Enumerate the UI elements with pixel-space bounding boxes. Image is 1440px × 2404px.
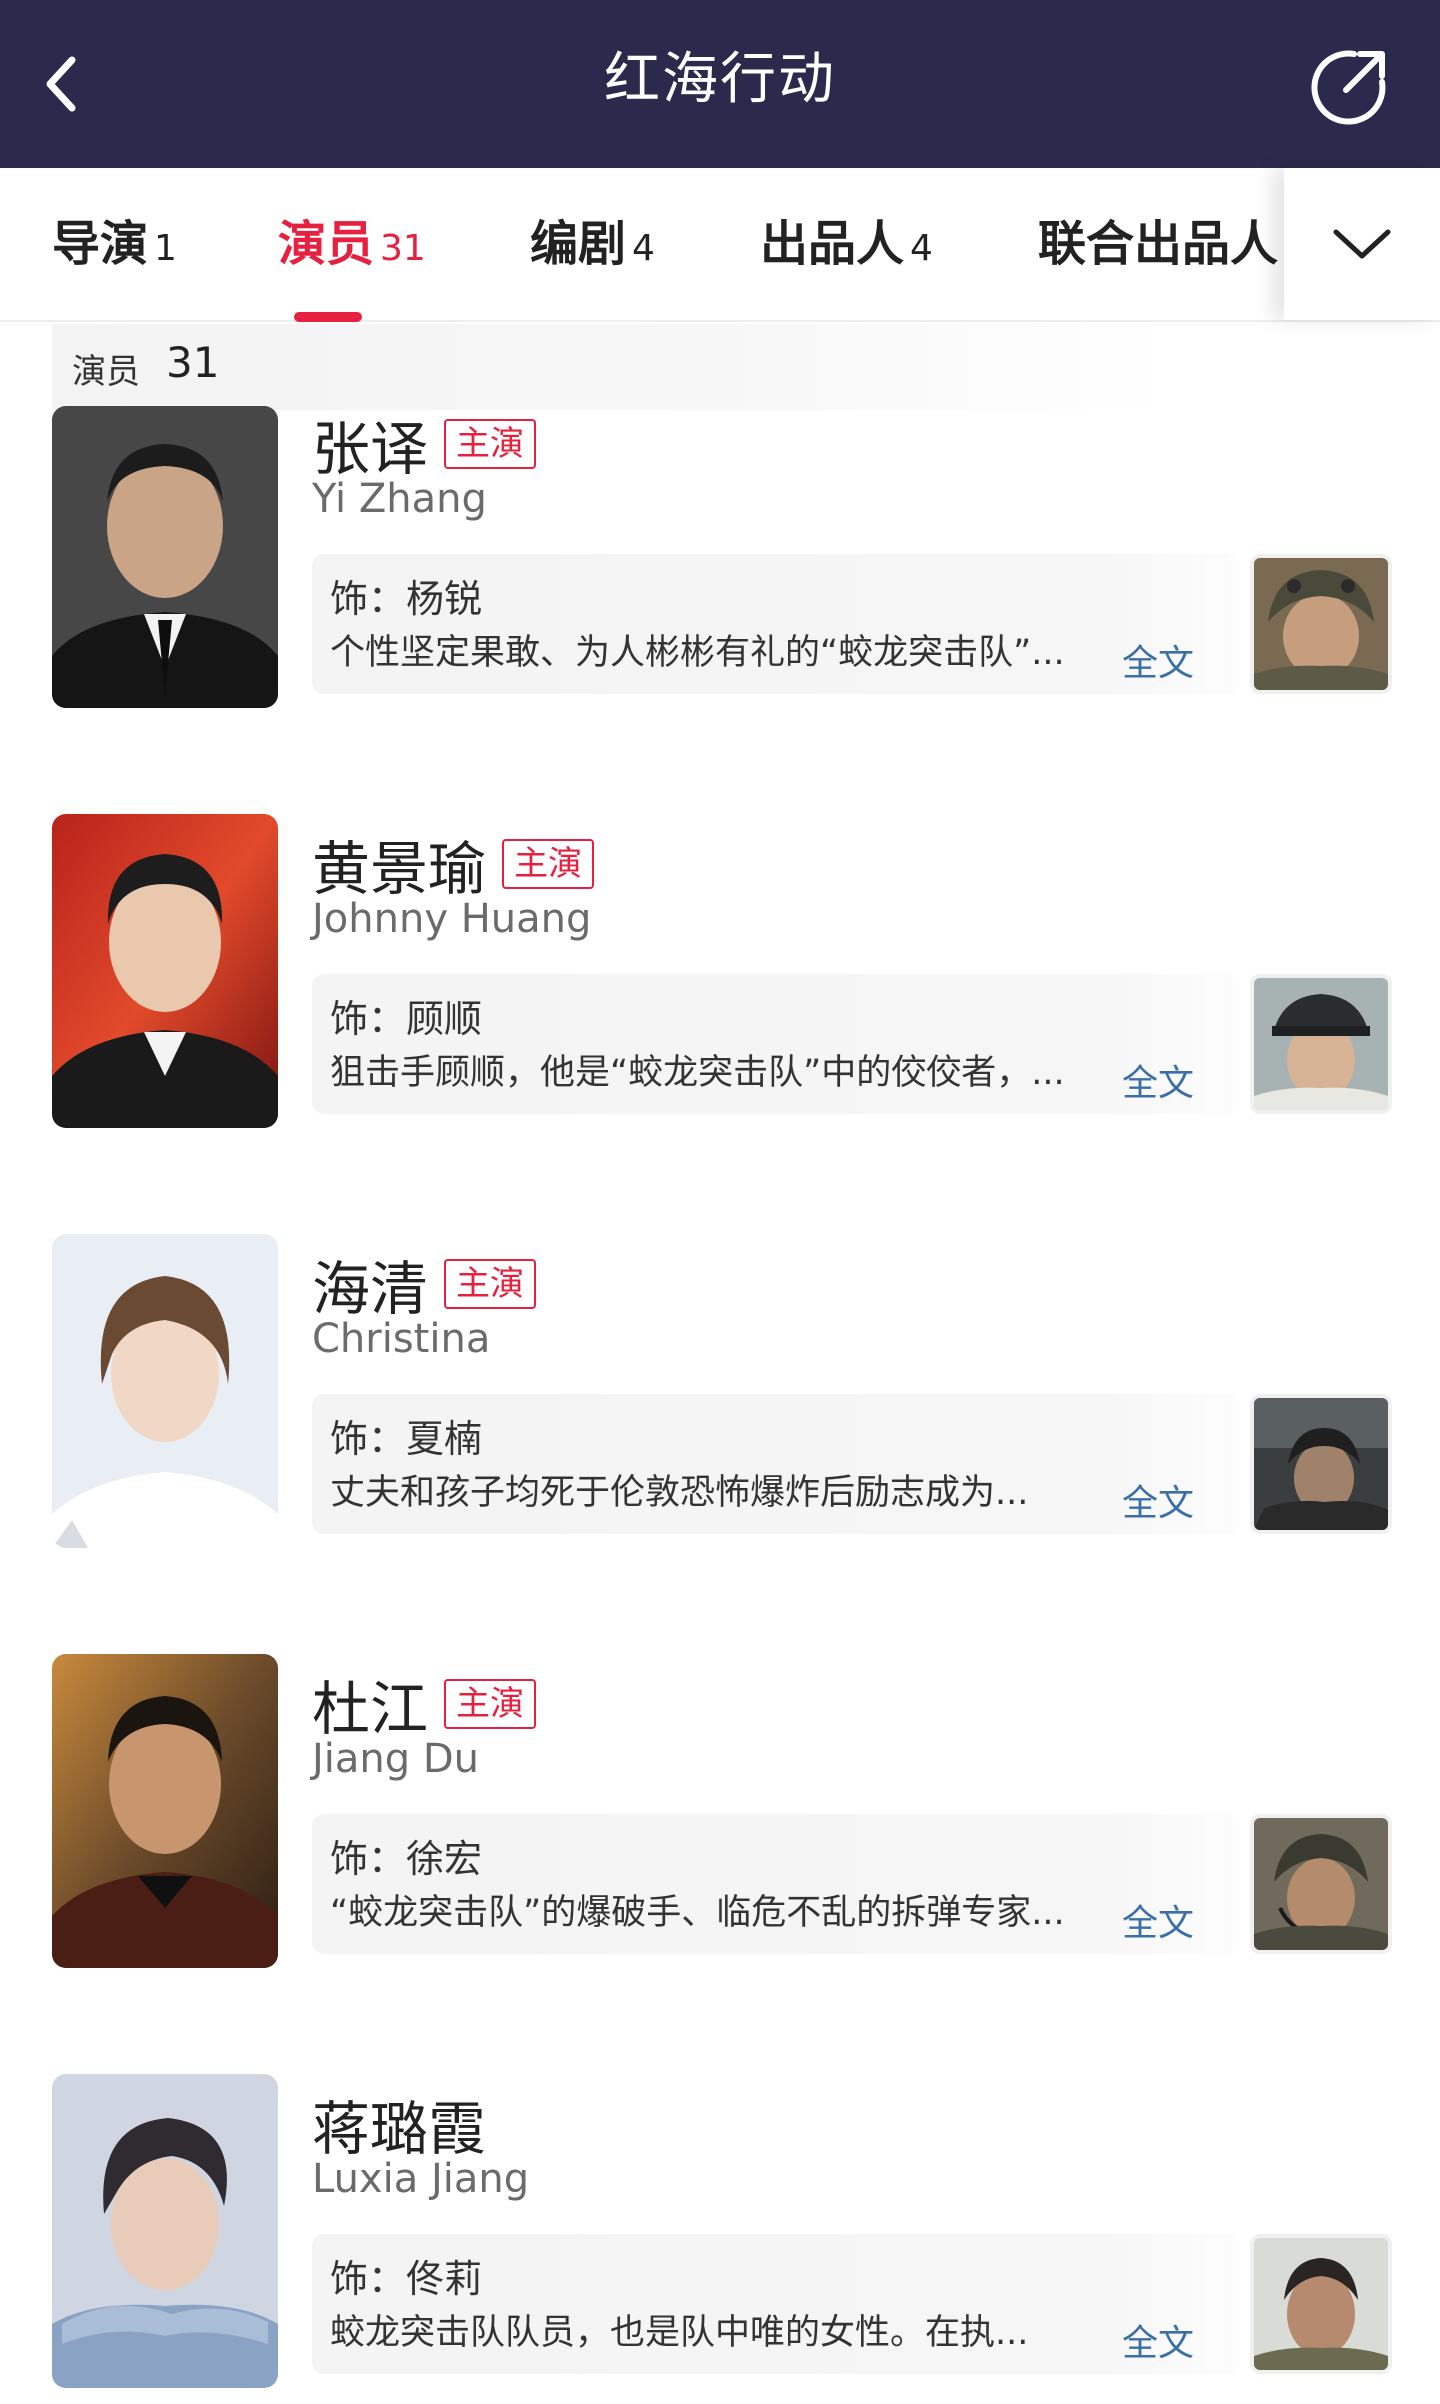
full-text-link[interactable]: 全文 [1122,634,1194,686]
actor-item[interactable]: 黄景瑜 主演 Johnny Huang 饰：顾顺 狙击手顾顺，他是“蛟龙突击队”中… [0,814,1440,1134]
full-text-link[interactable]: 全文 [1122,1054,1194,1106]
tab-count: 1 [154,228,177,269]
role-card[interactable]: 饰：杨锐 个性坚定果敢、为人彬彬有礼的“蛟龙突击队”... 全文 [312,554,1240,694]
role-description: “蛟龙突击队”的爆破手、临危不乱的拆弹专家... [330,1893,1065,1933]
actor-name-row: 张译 主演 [312,402,537,483]
actor-item[interactable]: 张译 主演 Yi Zhang 饰：杨锐 个性坚定果敢、为人彬彬有礼的“蛟龙突击队”… [0,394,1440,714]
lead-badge: 主演 [444,1679,537,1729]
role-name: 饰：佟莉 [330,2257,483,2301]
role-description: 蛟龙突击队队员，也是队中唯的女性。在执... [330,2313,1029,2353]
actor-name: 黄景瑜 [312,835,487,903]
share-button[interactable] [1308,44,1392,128]
actor-english-name: Yi Zhang [312,476,487,522]
role-card[interactable]: 饰：佟莉 蛟龙突击队队员，也是队中唯的女性。在执... 全文 [312,2234,1240,2374]
role-card[interactable]: 饰：顾顺 狙击手顾顺，他是“蛟龙突击队”中的佼佼者，... 全文 [312,974,1240,1114]
role-name: 饰：徐宏 [330,1837,483,1881]
actor-name-row: 黄景瑜 主演 [312,822,595,903]
share-icon [1311,50,1386,125]
tab-writers[interactable]: 编剧 4 [530,214,655,284]
active-tab-indicator [294,312,362,322]
role-name: 饰：顾顺 [330,997,483,1041]
actor-name-row: 杜江 主演 [312,1662,537,1743]
actor-item[interactable]: 杜江 主演 Jiang Du 饰：徐宏 “蛟龙突击队”的爆破手、临危不乱的拆弹专家… [0,1654,1440,1974]
actor-photo [52,2074,278,2388]
actor-name-row: 海清 主演 [312,1242,537,1323]
actor-photo [52,1234,278,1548]
role-card[interactable]: 饰：徐宏 “蛟龙突击队”的爆破手、临危不乱的拆弹专家... 全文 [312,1814,1240,1954]
actor-english-name: Jiang Du [312,1736,480,1782]
role-still-image[interactable] [1250,1814,1392,1954]
lead-badge: 主演 [444,419,537,469]
actor-name: 蒋璐霞 [312,2095,487,2163]
full-text-link[interactable]: 全文 [1122,1474,1194,1526]
role-still-image[interactable] [1250,1394,1392,1534]
actor-photo [52,406,278,708]
role-still-image[interactable] [1250,2234,1392,2374]
full-text-link[interactable]: 全文 [1122,1894,1194,1946]
top-nav-bar: 红海行动 [0,0,1440,168]
page-title: 红海行动 [604,47,836,112]
section-count: 31 [166,338,220,387]
role-name: 饰：夏楠 [330,1417,483,1461]
category-tabs: 导演 1 演员 31 编剧 4 出品人 4 联合出品人 [0,168,1440,322]
tab-label: 导演 [52,216,149,272]
tabs-expand-button[interactable] [1284,168,1440,320]
role-description: 个性坚定果敢、为人彬彬有礼的“蛟龙突击队”... [330,633,1065,673]
tab-co-producers[interactable]: 联合出品人 [1038,214,1278,284]
chevron-down-icon [1333,229,1391,259]
actor-name: 杜江 [312,1675,429,1743]
role-name: 饰：杨锐 [330,577,483,621]
role-still-image[interactable] [1250,974,1392,1114]
tab-label: 联合出品人 [1038,216,1279,272]
role-description: 狙击手顾顺，他是“蛟龙突击队”中的佼佼者，... [330,1053,1065,1093]
tab-count: 4 [632,228,655,269]
section-title: 演员 [72,352,140,392]
tab-count: 4 [910,228,933,269]
lead-badge: 主演 [444,1259,537,1309]
actor-item[interactable]: 蒋璐霞 Luxia Jiang 饰：佟莉 蛟龙突击队队员，也是队中唯的女性。在执… [0,2074,1440,2394]
lead-badge: 主演 [502,839,595,889]
tab-director[interactable]: 导演 1 [52,214,177,284]
tab-producers[interactable]: 出品人 4 [760,214,933,284]
tab-count: 31 [380,228,426,269]
actor-name: 海清 [312,1255,429,1323]
actor-name: 张译 [312,415,429,483]
actor-english-name: Johnny Huang [312,896,592,942]
actor-item[interactable]: 海清 主演 Christina 饰：夏楠 丈夫和孩子均死于伦敦恐怖爆炸后励志成为.… [0,1234,1440,1554]
role-still-image[interactable] [1250,554,1392,694]
actor-photo [52,814,278,1128]
actor-english-name: Luxia Jiang [312,2156,530,2202]
role-description: 丈夫和孩子均死于伦敦恐怖爆炸后励志成为... [330,1473,1029,1513]
tab-label: 出品人 [760,216,905,272]
tab-actors[interactable]: 演员 31 [278,214,426,284]
tab-label: 编剧 [530,216,627,272]
actor-photo [52,1654,278,1968]
actor-english-name: Christina [312,1316,491,1362]
role-card[interactable]: 饰：夏楠 丈夫和孩子均死于伦敦恐怖爆炸后励志成为... 全文 [312,1394,1240,1534]
actor-name-row: 蒋璐霞 [312,2082,486,2163]
tab-label: 演员 [278,216,375,272]
full-text-link[interactable]: 全文 [1122,2314,1194,2366]
